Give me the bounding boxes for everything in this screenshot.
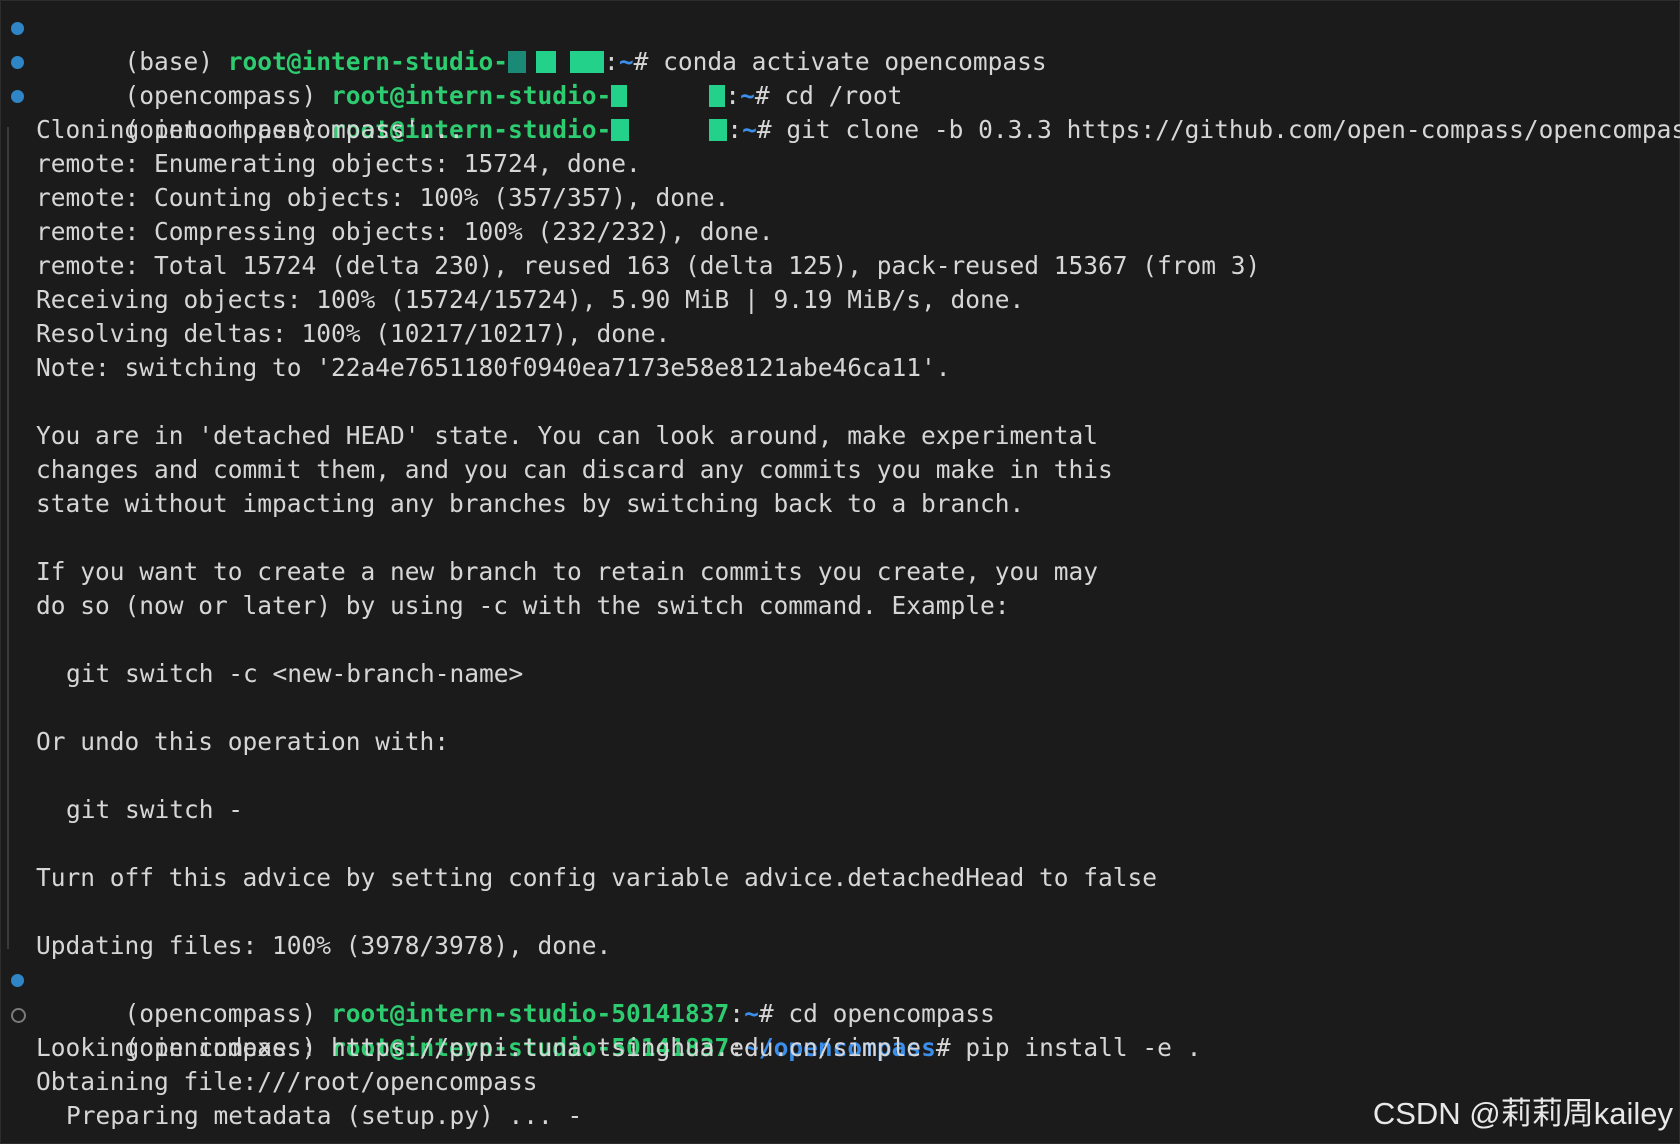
terminal-line-prompt: (opencompass) root@intern-studio-:~# git… bbox=[1, 79, 1680, 144]
output-line: remote: Total 15724 (delta 230), reused … bbox=[36, 251, 1261, 280]
output-line: changes and commit them, and you can dis… bbox=[36, 455, 1113, 484]
terminal-line-prompt: (base) root@intern-studio-:~# conda acti… bbox=[1, 11, 1680, 76]
terminal-output: (base) root@intern-studio-:~# conda acti… bbox=[1, 11, 1680, 1133]
output-line: git switch - bbox=[66, 795, 244, 824]
output-line: Looking in indexes: https://pypi.tuna.ts… bbox=[36, 1033, 922, 1062]
command-running-icon[interactable] bbox=[11, 1008, 26, 1023]
output-line: Or undo this operation with: bbox=[36, 727, 450, 756]
watermark: CSDN @莉莉周kailey bbox=[1372, 1096, 1673, 1131]
output-line: Updating files: 100% (3978/3978), done. bbox=[36, 931, 612, 960]
terminal-line-prompt: (opencompass) root@intern-studio-5014183… bbox=[1, 963, 1680, 1028]
output-line: Cloning into 'opencompass'... bbox=[36, 115, 464, 144]
terminal-line-prompt: (opencompass) root@intern-studio-5014183… bbox=[1, 997, 1680, 1062]
command-success-icon[interactable] bbox=[11, 974, 24, 987]
terminal-line-prompt: (opencompass) root@intern-studio-:~# cd … bbox=[1, 45, 1680, 110]
output-line: remote: Counting objects: 100% (357/357)… bbox=[36, 183, 730, 212]
command-success-icon[interactable] bbox=[11, 22, 24, 35]
output-line: state without impacting any branches by … bbox=[36, 489, 1025, 518]
output-line: remote: Compressing objects: 100% (232/2… bbox=[36, 217, 774, 246]
output-line: Turn off this advice by setting config v… bbox=[36, 863, 1158, 892]
terminal-window[interactable]: (base) root@intern-studio-:~# conda acti… bbox=[0, 0, 1680, 1144]
command-success-icon[interactable] bbox=[11, 90, 24, 103]
output-line: Receiving objects: 100% (15724/15724), 5… bbox=[36, 285, 1025, 314]
output-line: do so (now or later) by using -c with th… bbox=[36, 591, 1010, 620]
output-line: Resolving deltas: 100% (10217/10217), do… bbox=[36, 319, 671, 348]
output-line: git switch -c <new-branch-name> bbox=[66, 659, 524, 688]
output-line: You are in 'detached HEAD' state. You ca… bbox=[36, 421, 1099, 450]
output-line: remote: Enumerating objects: 15724, done… bbox=[36, 149, 641, 178]
output-line: If you want to create a new branch to re… bbox=[36, 557, 1099, 586]
output-line: Note: switching to '22a4e7651180f0940ea7… bbox=[36, 353, 951, 382]
command-success-icon[interactable] bbox=[11, 56, 24, 69]
